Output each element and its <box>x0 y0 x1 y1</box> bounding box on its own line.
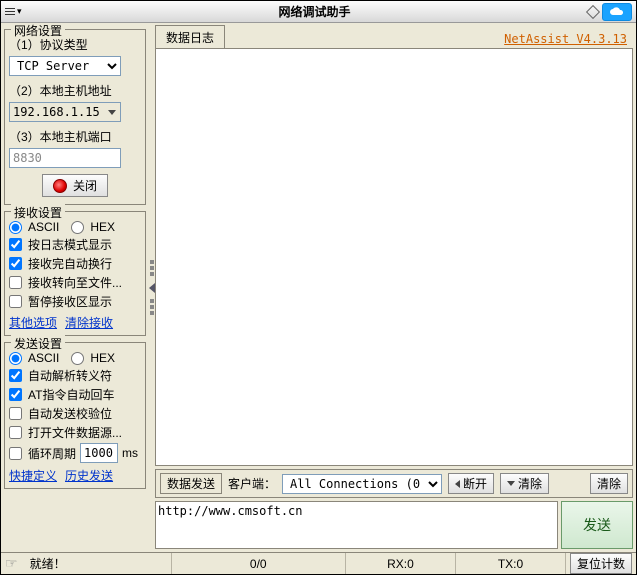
dropdown-icon[interactable]: ▾ <box>17 6 22 17</box>
arrow-down-icon <box>507 481 515 486</box>
send-group: 发送设置 ASCII HEX 自动解析转义符 AT指令自动回车 自动发送校验位 … <box>4 342 146 489</box>
recv-c2[interactable] <box>9 257 22 270</box>
right-panel: 数据日志 NetAssist V4.3.13 数据发送 客户端： All Con… <box>155 23 636 552</box>
titlebar: ▾ 网络调试助手 <box>1 1 636 23</box>
port-label: （3）本地主机端口 <box>9 128 141 145</box>
status-ratio: 0/0 <box>250 557 267 571</box>
send-c4[interactable] <box>9 426 22 439</box>
status-rx: RX:0 <box>387 557 414 571</box>
version-link[interactable]: NetAssist V4.3.13 <box>504 32 633 48</box>
proto-select[interactable]: TCP Server <box>9 56 121 76</box>
network-legend: 网络设置 <box>11 23 65 39</box>
reset-button[interactable]: 复位计数 <box>570 553 632 574</box>
recv-ascii-radio[interactable] <box>9 221 22 234</box>
window-title: 网络调试助手 <box>41 3 588 20</box>
cloud-button[interactable] <box>602 3 632 21</box>
recv-c4[interactable] <box>9 295 22 308</box>
quick-link[interactable]: 快捷定义 <box>9 467 57 484</box>
recv-c3[interactable] <box>9 276 22 289</box>
send-tab[interactable]: 数据发送 <box>160 473 222 494</box>
disconnect-button[interactable]: 断开 <box>448 473 494 494</box>
menu-icon[interactable] <box>5 8 15 16</box>
port-input[interactable] <box>9 148 121 168</box>
close-button[interactable]: 关闭 <box>42 174 108 197</box>
send-button[interactable]: 发送 <box>561 501 633 549</box>
hand-icon: ☞ <box>1 555 22 572</box>
log-area[interactable] <box>155 48 633 466</box>
tab-log[interactable]: 数据日志 <box>155 25 225 48</box>
host-label: （2）本地主机地址 <box>9 82 141 99</box>
send-legend: 发送设置 <box>11 335 65 352</box>
network-group: 网络设置 （1）协议类型 TCP Server （2）本地主机地址 （3）本地主… <box>4 29 146 205</box>
send-c1[interactable] <box>9 369 22 382</box>
clear-r-button[interactable]: 清除 <box>590 473 628 494</box>
statusbar: ☞ 就绪！ 0/0 RX:0 TX:0 复位计数 <box>1 552 636 574</box>
chevron-down-icon[interactable] <box>108 110 116 115</box>
history-link[interactable]: 历史发送 <box>65 467 113 484</box>
host-input[interactable] <box>9 102 121 122</box>
recv-clear-link[interactable]: 清除接收 <box>65 314 113 331</box>
status-tx: TX:0 <box>498 557 523 571</box>
recv-hex-radio[interactable] <box>71 221 84 234</box>
left-panel: 网络设置 （1）协议类型 TCP Server （2）本地主机地址 （3）本地主… <box>1 23 149 552</box>
loop-input[interactable] <box>80 443 118 463</box>
send-bar: 数据发送 客户端： All Connections (0) 断开 清除 清除 <box>155 469 633 498</box>
send-c2[interactable] <box>9 388 22 401</box>
conn-select[interactable]: All Connections (0) <box>282 474 442 494</box>
recv-other-link[interactable]: 其他选项 <box>9 314 57 331</box>
send-hex-radio[interactable] <box>71 352 84 365</box>
send-ascii-radio[interactable] <box>9 352 22 365</box>
status-ready: 就绪！ <box>30 555 66 572</box>
send-loop-chk[interactable] <box>9 447 22 460</box>
send-textarea[interactable] <box>155 501 558 549</box>
recv-group: 接收设置 ASCII HEX 按日志模式显示 接收完自动换行 接收转向至文件..… <box>4 211 146 336</box>
recv-c1[interactable] <box>9 238 22 251</box>
client-label: 客户端： <box>228 475 276 492</box>
red-dot-icon <box>53 179 67 193</box>
clear-l-button[interactable]: 清除 <box>500 473 549 494</box>
send-c3[interactable] <box>9 407 22 420</box>
pin-icon[interactable] <box>586 4 600 18</box>
recv-legend: 接收设置 <box>11 204 65 221</box>
arrow-left-icon <box>455 480 460 488</box>
